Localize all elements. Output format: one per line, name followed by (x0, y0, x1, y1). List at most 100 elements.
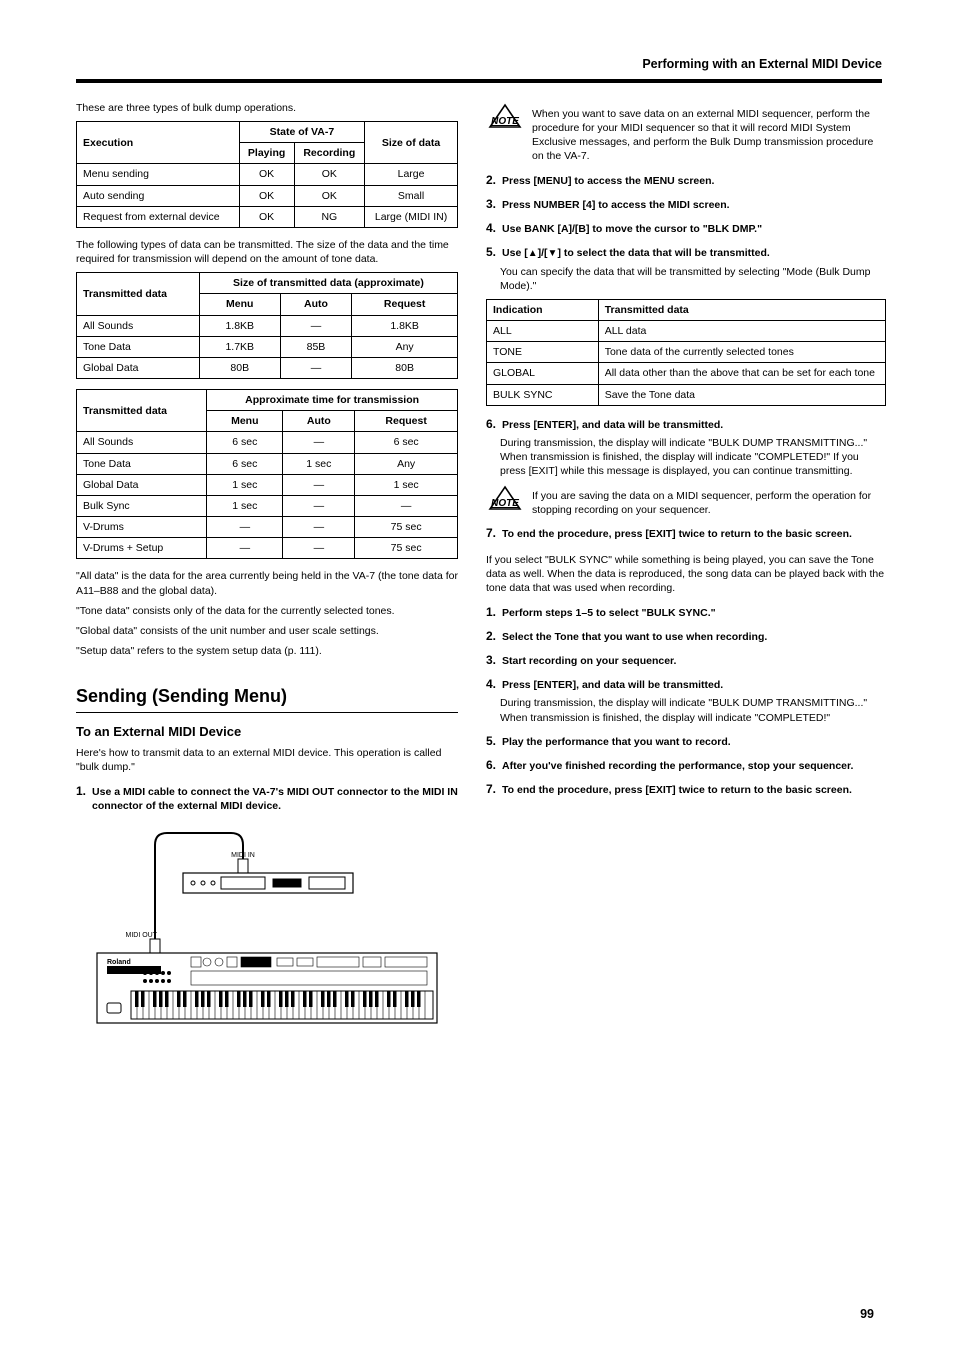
table-row: GLOBAL All data other than the above tha… (487, 363, 886, 384)
step-text: Use BANK [A]/[B] to move the cursor to "… (502, 222, 886, 236)
th: Approximate time for transmission (207, 390, 458, 411)
cell: — (283, 495, 355, 516)
paragraph: Here's how to transmit data to an extern… (76, 746, 458, 774)
th: Indication (487, 299, 599, 320)
step-number: 6. (486, 757, 496, 773)
step-4: 4. Use BANK [A]/[B] to move the cursor t… (486, 220, 886, 236)
cell: Request from external device (77, 206, 240, 227)
step-text: Perform steps 1–5 to select "BULK SYNC." (502, 606, 886, 620)
cell: Any (352, 336, 458, 357)
step-7: 7. To end the procedure, press [EXIT] tw… (486, 525, 886, 541)
th: Transmitted data (77, 390, 207, 432)
th: Auto (280, 294, 352, 315)
paragraph: If you select "BULK SYNC" while somethin… (486, 553, 886, 596)
cell: Tone Data (77, 336, 200, 357)
cell: ALL (487, 321, 599, 342)
cell: Save the Tone data (598, 384, 885, 405)
cell: 80B (199, 357, 280, 378)
cell: OK (239, 206, 294, 227)
table-row: Tone Data 1.7KB 85B Any (77, 336, 458, 357)
step-text: Use a MIDI cable to connect the VA-7's M… (92, 785, 458, 813)
step-text: Select the Tone that you want to use whe… (502, 630, 886, 644)
svg-text:MIDI IN: MIDI IN (231, 852, 255, 859)
cell: Small (365, 185, 458, 206)
cell: V-Drums (77, 517, 207, 538)
step-text: Press [ENTER], and data will be transmit… (502, 418, 886, 432)
th: Size of transmitted data (approximate) (199, 273, 457, 294)
svg-text:MIDI OUT: MIDI OUT (126, 932, 158, 939)
step-bulk-3: 3. Start recording on your sequencer. (486, 652, 886, 668)
cell: OK (239, 164, 294, 185)
table-dump-types: Execution State of VA-7 Size of data Pla… (76, 121, 458, 228)
th: Transmitted data (598, 299, 885, 320)
table-row: Global Data 1 sec — 1 sec (77, 474, 458, 495)
paragraph: "All data" is the data for the area curr… (76, 569, 458, 597)
cell: 1 sec (283, 453, 355, 474)
cell: Large (365, 164, 458, 185)
table-row: Global Data 80B — 80B (77, 357, 458, 378)
step-1: 1. Use a MIDI cable to connect the VA-7'… (76, 783, 458, 813)
cell: 1.8KB (199, 315, 280, 336)
paragraph: The following types of data can be trans… (76, 238, 458, 266)
cell: — (280, 357, 352, 378)
table-row: ALL ALL data (487, 321, 886, 342)
cell: OK (294, 185, 365, 206)
cell: All Sounds (77, 432, 207, 453)
cell: Global Data (77, 357, 200, 378)
th-state: State of VA-7 (239, 122, 364, 143)
triangle-up-icon: ▲ (528, 248, 538, 259)
step-number: 3. (486, 652, 496, 668)
paragraph: You can specify the data that will be tr… (500, 265, 886, 293)
cell: — (207, 517, 283, 538)
svg-text:Roland: Roland (107, 959, 131, 966)
right-column: NOTE When you want to save data on an ex… (486, 97, 886, 1035)
table-row: TONE Tone data of the currently selected… (487, 342, 886, 363)
cell: ALL data (598, 321, 885, 342)
divider-thick (76, 79, 882, 83)
table-row: BULK SYNC Save the Tone data (487, 384, 886, 405)
note-text: When you want to save data on an externa… (532, 103, 886, 164)
cell: Bulk Sync (77, 495, 207, 516)
th-playing: Playing (239, 143, 294, 164)
paragraph: "Global data" consists of the unit numbe… (76, 624, 458, 638)
cell: Menu sending (77, 164, 240, 185)
th-execution: Execution (77, 122, 240, 164)
step-bulk-2: 2. Select the Tone that you want to use … (486, 628, 886, 644)
step-number: 1. (486, 604, 496, 620)
step-text: To end the procedure, press [EXIT] twice… (502, 527, 886, 541)
step-bulk-1: 1. Perform steps 1–5 to select "BULK SYN… (486, 604, 886, 620)
cell: Global Data (77, 474, 207, 495)
table-time: Transmitted data Approximate time for tr… (76, 389, 458, 559)
step-5: 5. Use [▲]/[▼] to select the data that w… (486, 244, 886, 261)
cell: — (283, 474, 355, 495)
step-number: 1. (76, 783, 86, 799)
paragraph: "Setup data" refers to the system setup … (76, 644, 458, 658)
two-column-layout: These are three types of bulk dump opera… (76, 97, 882, 1035)
connection-diagram: MIDI IN MIDI OUT Roland (87, 821, 447, 1035)
note-icon: NOTE (486, 485, 524, 513)
th-size: Size of data (365, 122, 458, 164)
th: Request (352, 294, 458, 315)
th: Auto (283, 411, 355, 432)
step-text: Use [▲]/[▼] to select the data that will… (502, 246, 886, 261)
cell: All data other than the above that can b… (598, 363, 885, 384)
step-number: 7. (486, 525, 496, 541)
step-number: 7. (486, 781, 496, 797)
cell: 1.7KB (199, 336, 280, 357)
cell: 80B (352, 357, 458, 378)
cell: — (283, 432, 355, 453)
cell: 6 sec (207, 453, 283, 474)
step-text: Press NUMBER [4] to access the MIDI scre… (502, 198, 886, 212)
intro-text: These are three types of bulk dump opera… (76, 101, 458, 115)
cell: 6 sec (207, 432, 283, 453)
table-bulk-modes: Indication Transmitted data ALL ALL data… (486, 299, 886, 406)
step-number: 4. (486, 220, 496, 236)
step-6: 6. Press [ENTER], and data will be trans… (486, 416, 886, 432)
cell: — (283, 517, 355, 538)
cell: — (280, 315, 352, 336)
note-block-1: NOTE When you want to save data on an ex… (486, 103, 886, 164)
th-recording: Recording (294, 143, 365, 164)
cell: Auto sending (77, 185, 240, 206)
step-number: 4. (486, 676, 496, 692)
cell: V-Drums + Setup (77, 538, 207, 559)
